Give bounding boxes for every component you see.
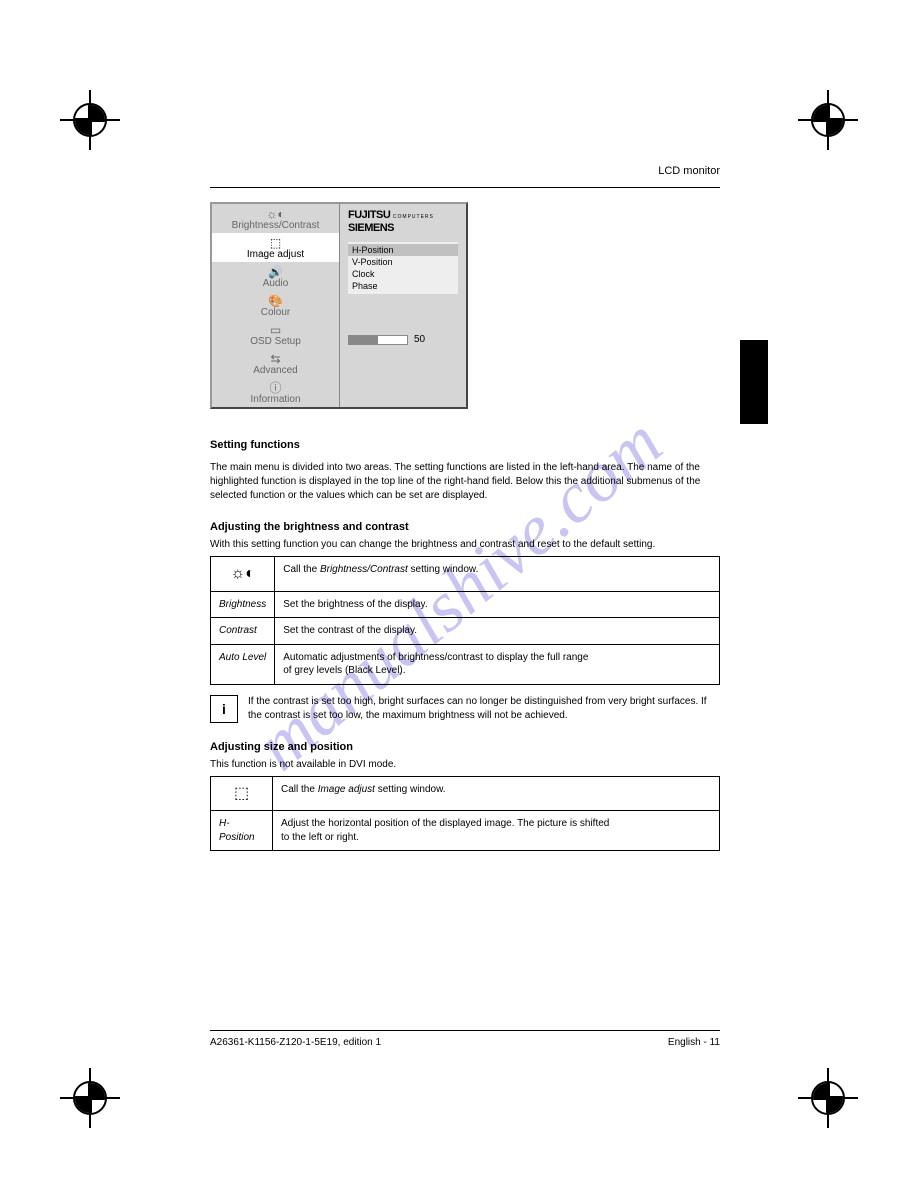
info-icon-glyph: i xyxy=(222,701,226,717)
intro-image-adjust: This function is not available in DVI mo… xyxy=(210,759,720,770)
menu-label: Information xyxy=(214,394,337,405)
image-adjust-icon: ⬚ xyxy=(214,237,337,249)
cell-line: of grey levels (Black Level). xyxy=(283,665,405,676)
osd-setup-icon: ▭ xyxy=(214,324,337,336)
registration-mark-icon xyxy=(798,90,858,150)
table-row: ☼◐ Call the Brightness/Contrast setting … xyxy=(211,557,720,592)
menu-label: OSD Setup xyxy=(214,336,337,347)
page-footer: A26361-K1156-Z120-1-5E19, edition 1 Engl… xyxy=(210,1030,720,1048)
osd-detail-panel: FUJITSU COMPUTERS SIEMENS H-Position V-P… xyxy=(340,204,466,407)
image-adjust-icon: ⬚ xyxy=(211,776,273,811)
information-icon: ⓘ xyxy=(214,382,337,394)
cell-label: Auto Level xyxy=(211,644,275,684)
advanced-icon: ⇆ xyxy=(214,353,337,365)
cell-label: Contrast xyxy=(211,618,275,645)
page-header-title: LCD monitor xyxy=(210,165,720,177)
osd-submenu: H-Position V-Position Clock Phase xyxy=(348,242,458,294)
footer-right: English - 11 xyxy=(668,1037,720,1048)
logo-line1: FUJITSU xyxy=(348,209,390,221)
colour-icon: 🎨 xyxy=(214,295,337,307)
menu-label: Advanced xyxy=(214,365,337,376)
table-row: H-Position Adjust the horizontal positio… xyxy=(211,811,720,851)
info-note-icon: i xyxy=(210,695,238,723)
menu-item-osd-setup: ▭ OSD Setup xyxy=(212,320,339,349)
note-text: If the contrast is set too high, bright … xyxy=(248,695,720,723)
cell-text: Automatic adjustments of brightness/cont… xyxy=(275,644,720,684)
intro-brightness: With this setting function you can chang… xyxy=(210,539,720,550)
cell-line: Adjust the horizontal position of the di… xyxy=(281,818,609,829)
registration-mark-icon xyxy=(60,1068,120,1128)
menu-item-image-adjust: ⬚ Image adjust xyxy=(212,233,339,262)
table-row: Auto Level Automatic adjustments of brig… xyxy=(211,644,720,684)
brightness-contrast-icon: ☼◐ xyxy=(214,208,337,220)
header-rule xyxy=(210,187,720,188)
osd-screenshot: ☼◐ Brightness/Contrast ⬚ Image adjust 🔊 … xyxy=(210,202,468,409)
note-row: i If the contrast is set too high, brigh… xyxy=(210,695,720,723)
heading-setting-functions: Setting functions xyxy=(210,439,720,451)
menu-label: Brightness/Contrast xyxy=(214,220,337,231)
cell-label: H-Position xyxy=(211,811,273,851)
logo-line2: SIEMENS xyxy=(348,222,394,234)
table-image-adjust: ⬚ Call the Image adjust setting window. … xyxy=(210,776,720,852)
osd-slider-row: 50 xyxy=(348,334,458,345)
osd-slider xyxy=(348,335,408,345)
osd-main-menu: ☼◐ Brightness/Contrast ⬚ Image adjust 🔊 … xyxy=(212,204,340,407)
submenu-phase: Phase xyxy=(348,280,458,292)
submenu-h-position: H-Position xyxy=(348,244,458,256)
menu-item-advanced: ⇆ Advanced xyxy=(212,349,339,378)
menu-label: Audio xyxy=(214,278,337,289)
cell-line: Automatic adjustments of brightness/cont… xyxy=(283,652,588,663)
paragraph-setting-functions: The main menu is divided into two areas.… xyxy=(210,461,720,503)
osd-slider-value: 50 xyxy=(414,334,425,345)
menu-label: Image adjust xyxy=(214,249,337,260)
menu-label: Colour xyxy=(214,307,337,318)
cell-line: to the left or right. xyxy=(281,832,359,843)
cell-label: Brightness xyxy=(211,591,275,618)
brightness-contrast-icon: ☼◐ xyxy=(211,557,275,592)
cell-text: Call the Brightness/Contrast setting win… xyxy=(283,564,478,575)
footer-left: A26361-K1156-Z120-1-5E19, edition 1 xyxy=(210,1037,381,1048)
menu-item-information: ⓘ Information xyxy=(212,378,339,407)
page-content: LCD monitor ☼◐ Brightness/Contrast ⬚ Ima… xyxy=(210,165,720,861)
submenu-v-position: V-Position xyxy=(348,256,458,268)
cell-text: Call the Image adjust setting window. xyxy=(281,784,446,795)
cell-text: Adjust the horizontal position of the di… xyxy=(273,811,720,851)
heading-brightness: Adjusting the brightness and contrast xyxy=(210,521,720,533)
logo-small: COMPUTERS xyxy=(393,214,434,220)
cell-text: Set the contrast of the display. xyxy=(275,618,720,645)
menu-item-brightness: ☼◐ Brightness/Contrast xyxy=(212,204,339,233)
table-row: Brightness Set the brightness of the dis… xyxy=(211,591,720,618)
registration-mark-icon xyxy=(798,1068,858,1128)
heading-image-adjust: Adjusting size and position xyxy=(210,741,720,753)
table-row: ⬚ Call the Image adjust setting window. xyxy=(211,776,720,811)
menu-item-colour: 🎨 Colour xyxy=(212,291,339,320)
fujitsu-siemens-logo: FUJITSU COMPUTERS SIEMENS xyxy=(348,210,458,234)
audio-icon: 🔊 xyxy=(214,266,337,278)
cell-text: Set the brightness of the display. xyxy=(275,591,720,618)
table-brightness: ☼◐ Call the Brightness/Contrast setting … xyxy=(210,556,720,685)
registration-mark-icon xyxy=(60,90,120,150)
page-edge-tab xyxy=(740,340,768,424)
submenu-clock: Clock xyxy=(348,268,458,280)
menu-item-audio: 🔊 Audio xyxy=(212,262,339,291)
table-row: Contrast Set the contrast of the display… xyxy=(211,618,720,645)
